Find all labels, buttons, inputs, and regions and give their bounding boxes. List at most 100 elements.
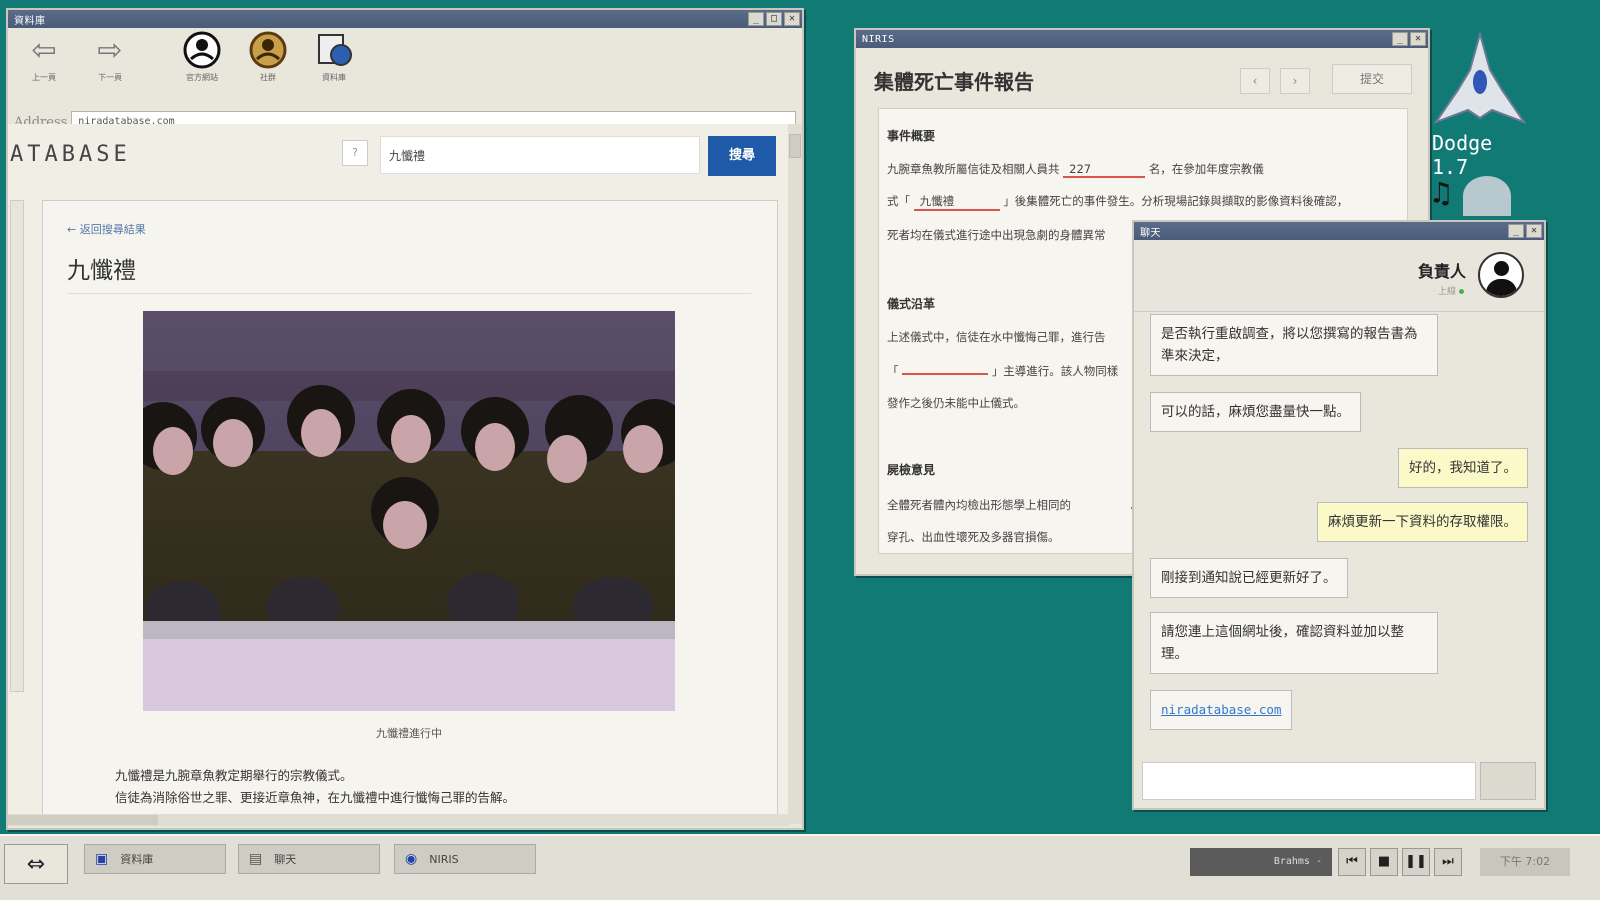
ritual-name-blank[interactable]: 九懺禮 (913, 193, 1000, 211)
niris-titlebar[interactable]: NIRIS _ ✕ (856, 30, 1428, 48)
octopus-emblem-icon (182, 31, 222, 69)
history-text-2b: 」主導進行。該人物同樣 (991, 364, 1119, 378)
article-paragraph-1: 九懺禮是九腕章魚教定期舉行的宗教儀式。 (115, 768, 353, 783)
system-clock: 下午 7:02 (1480, 848, 1570, 876)
pause-button[interactable]: ❚❚ (1402, 848, 1430, 876)
back-button[interactable]: ⇦ 上一頁 (18, 32, 70, 83)
niris-task-icon: ◉ (405, 851, 418, 867)
close-button[interactable]: ✕ (784, 12, 800, 26)
browser-titlebar[interactable]: 資料庫 _ □ ✕ (8, 10, 802, 28)
chat-link-message[interactable]: niradatabase.com (1150, 690, 1293, 730)
prev-page-button[interactable]: ‹ (1240, 68, 1270, 94)
victim-count-blank[interactable]: 227 (1063, 162, 1146, 178)
report-title: 集體死亡事件報告 (874, 70, 1034, 94)
summary-text-2b: 」後集體死亡的事件發生。分析現場記錄與擷取的影像資料後確認， (1003, 194, 1349, 208)
chat-window: 聊天 _ ✕ 負責人 上線 是否執行重啟調查，將以您撰寫的報告書為準來決定， 可… (1132, 220, 1546, 810)
minimize-button[interactable]: _ (1392, 32, 1408, 46)
task-database[interactable]: ▣ 資料庫 (84, 844, 226, 874)
start-button[interactable]: ⇔ (4, 844, 68, 884)
autopsy-text-1: 全體死者體內均檢出形態學上相同的 (887, 498, 1071, 512)
task-niris[interactable]: ◉ NIRIS (394, 844, 536, 874)
history-text-2a: 「 (887, 364, 899, 378)
task-chat[interactable]: ▤ 聊天 (238, 844, 380, 874)
database-button[interactable]: 資料庫 (308, 32, 360, 83)
close-button[interactable]: ✕ (1410, 32, 1426, 46)
music-player-icon[interactable]: ♫ (1432, 176, 1532, 216)
minimize-button[interactable]: _ (748, 12, 764, 26)
summary-text-1b: 名，在參加年度宗教儀 (1148, 162, 1264, 176)
music-note-icon: ♫ (1432, 176, 1451, 211)
search-input[interactable]: 九懺禮 (380, 136, 700, 174)
dodge-label: Dodge 1.7 (1432, 131, 1493, 179)
official-site-button[interactable]: 官方網站 (176, 31, 228, 83)
music-track-display: Brahms - (1190, 848, 1332, 876)
dodge-app-icon[interactable]: Dodge 1.7 (1432, 30, 1536, 179)
previous-track-button[interactable]: ⏮ (1338, 848, 1366, 876)
leader-name-blank[interactable] (902, 361, 989, 375)
stop-button[interactable]: ■ (1370, 848, 1398, 876)
spaceship-icon (1433, 30, 1527, 125)
status-text: 上線 (1437, 287, 1456, 297)
start-arrow-icon: ⇔ (26, 851, 46, 877)
article-title: 九懺禮 (67, 258, 136, 284)
send-button[interactable] (1480, 762, 1536, 800)
horizontal-scrollbar[interactable] (8, 814, 790, 826)
site-logo: ATABASE (10, 141, 131, 167)
official-label: 官方網站 (186, 73, 218, 82)
stop-icon: ■ (1377, 854, 1391, 869)
history-line-2: 「 」主導進行。該人物同樣 (887, 361, 1118, 379)
section-heading-autopsy: 屍檢意見 (887, 463, 936, 477)
chat-title: 聊天 (1140, 227, 1161, 239)
contact-name: 負責人 (1417, 262, 1466, 281)
ritual-photo (143, 311, 675, 711)
pause-icon: ❚❚ (1405, 854, 1427, 869)
contact-status: 上線 (1438, 284, 1464, 297)
back-label: 上一頁 (32, 73, 56, 82)
task-label: 資料庫 (120, 853, 154, 866)
autopsy-line-2: 穿孔、出血性壞死及多器官損傷。 (887, 530, 1060, 544)
avatar-head-icon (1494, 261, 1509, 276)
task-label: NIRIS (429, 852, 459, 866)
side-panel (10, 200, 24, 692)
community-label: 社群 (260, 73, 276, 82)
browser-toolbar: ⇦ 上一頁 ⇨ 下一頁 官方網站 社群 資料庫 (8, 28, 802, 110)
back-to-results-link[interactable]: ← 返回搜尋結果 (67, 221, 146, 237)
niris-title: NIRIS (862, 33, 895, 45)
summary-line-3: 死者均在儀式進行途中出現急劇的身體異常 (887, 228, 1106, 242)
close-button[interactable]: ✕ (1526, 224, 1542, 238)
forward-label: 下一頁 (98, 73, 122, 82)
arrow-right-icon: ⇨ (97, 32, 123, 68)
next-track-button[interactable]: ⏭ (1434, 848, 1462, 876)
hscroll-thumb[interactable] (8, 815, 158, 825)
forward-button[interactable]: ⇨ 下一頁 (84, 32, 136, 83)
cd-icon (1463, 176, 1512, 216)
community-button[interactable]: 社群 (242, 31, 294, 83)
search-button[interactable]: 搜尋 (708, 136, 776, 176)
history-line-3: 發作之後仍未能中止儀式。 (887, 396, 1025, 410)
online-dot-icon (1459, 289, 1464, 294)
site-header: ATABASE ? 九懺禮 搜尋 (8, 124, 790, 184)
maximize-button[interactable]: □ (766, 12, 782, 26)
minimize-button[interactable]: _ (1508, 224, 1524, 238)
previous-icon: ⏮ (1346, 854, 1358, 869)
summary-line-1: 九腕章魚教所屬信徒及相關人員共 227 名，在參加年度宗教儀 (887, 161, 1264, 178)
chat-header: 負責人 上線 (1134, 240, 1544, 312)
avatar-body-icon (1486, 279, 1517, 296)
chat-message: 好的，我知道了。 (1398, 448, 1528, 488)
vertical-scrollbar[interactable] (788, 124, 802, 824)
next-page-button[interactable]: › (1280, 68, 1310, 94)
article-paragraph-2: 信徒為消除俗世之罪、更接近章魚神，在九懺禮中進行懺悔己罪的告解。 (115, 790, 516, 805)
database-task-icon: ▣ (95, 851, 109, 867)
submit-button[interactable]: 提交 (1332, 64, 1412, 94)
chat-titlebar[interactable]: 聊天 _ ✕ (1134, 222, 1544, 240)
scroll-thumb[interactable] (789, 134, 801, 158)
section-heading-summary: 事件概要 (887, 129, 936, 143)
chat-input[interactable] (1142, 762, 1476, 800)
chat-message: 可以的話，麻煩您盡量快一點。 (1150, 392, 1361, 432)
chat-message: 請您連上這個網址後，確認資料並加以整理。 (1150, 612, 1438, 674)
help-button[interactable]: ? (342, 140, 368, 166)
database-icon (314, 32, 354, 68)
next-icon: ⏭ (1442, 854, 1454, 869)
summary-text-2a: 式「 (887, 194, 910, 208)
chat-message: 麻煩更新一下資料的存取權限。 (1317, 502, 1528, 542)
